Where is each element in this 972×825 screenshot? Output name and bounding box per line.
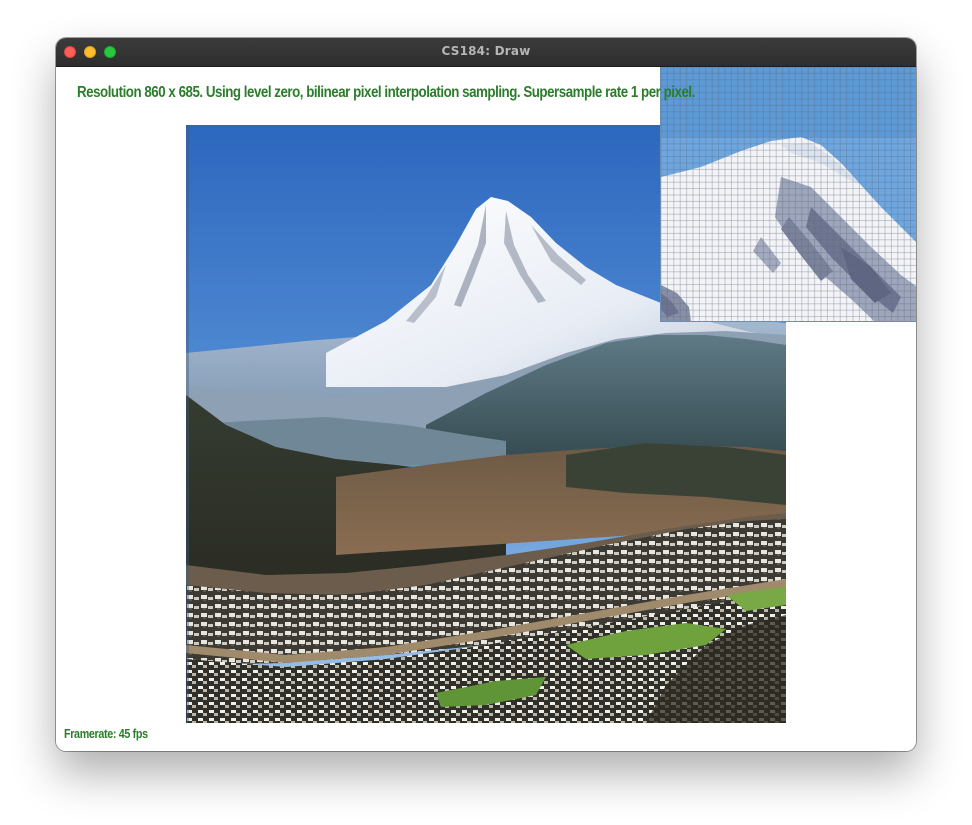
draw-canvas[interactable]: Resolution 860 x 685. Using level zero, … [56, 67, 916, 751]
render-status-text: Resolution 860 x 685. Using level zero, … [77, 84, 695, 101]
app-window: CS184: Draw Resolution 860 x 685. Using … [56, 38, 916, 751]
zoomed-pixel-grid [661, 67, 916, 321]
window-title: CS184: Draw [441, 44, 531, 58]
framerate-text: Framerate: 45 fps [64, 727, 148, 741]
title-bar[interactable]: CS184: Draw [56, 38, 916, 67]
pixel-zoom-inspector [660, 67, 916, 322]
